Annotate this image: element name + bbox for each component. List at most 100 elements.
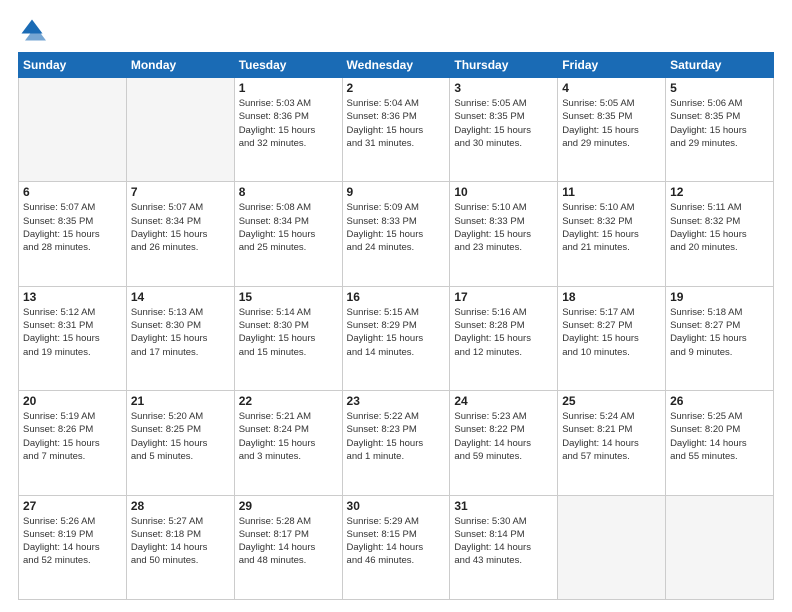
calendar-cell: 12Sunrise: 5:11 AM Sunset: 8:32 PM Dayli…: [666, 182, 774, 286]
day-number: 5: [670, 81, 769, 95]
day-number: 10: [454, 185, 553, 199]
cell-info: Sunrise: 5:18 AM Sunset: 8:27 PM Dayligh…: [670, 306, 769, 359]
calendar-week-row: 13 Sunrise: 5:12 AM Sunset: 8:31 PM Dayli…: [19, 286, 774, 390]
day-number: 13: [23, 290, 122, 304]
cell-info: Sunrise: 5:14 AM Sunset: 8:30 PM Dayligh…: [239, 306, 338, 359]
calendar-cell: 17 Sunrise: 5:16 AM Sunset: 8:28 PM Dayli…: [450, 286, 558, 390]
day-number: 27: [23, 499, 122, 513]
calendar-cell: 25 Sunrise: 5:24 AM Sunset: 8:21 PM Dayli…: [558, 391, 666, 495]
weekday-header: Tuesday: [234, 53, 342, 78]
day-number: 11: [562, 185, 661, 199]
calendar-cell: 1 Sunrise: 5:03 AM Sunset: 8:36 PM Daylig…: [234, 78, 342, 182]
calendar-cell: 21Sunrise: 5:20 AM Sunset: 8:25 PM Dayli…: [126, 391, 234, 495]
cell-info: Sunrise: 5:10 AM Sunset: 8:33 PM Dayligh…: [454, 201, 553, 254]
weekday-header: Thursday: [450, 53, 558, 78]
day-number: 4: [562, 81, 661, 95]
calendar-cell: 6 Sunrise: 5:07 AM Sunset: 8:35 PM Daylig…: [19, 182, 127, 286]
calendar-cell: 10 Sunrise: 5:10 AM Sunset: 8:33 PM Dayli…: [450, 182, 558, 286]
calendar-cell: 3 Sunrise: 5:05 AM Sunset: 8:35 PM Daylig…: [450, 78, 558, 182]
day-number: 9: [347, 185, 446, 199]
calendar-week-row: 1 Sunrise: 5:03 AM Sunset: 8:36 PM Daylig…: [19, 78, 774, 182]
calendar-cell: 18Sunrise: 5:17 AM Sunset: 8:27 PM Dayli…: [558, 286, 666, 390]
calendar-cell: 2 Sunrise: 5:04 AM Sunset: 8:36 PM Daylig…: [342, 78, 450, 182]
calendar-cell: 13 Sunrise: 5:12 AM Sunset: 8:31 PM Dayli…: [19, 286, 127, 390]
day-number: 16: [347, 290, 446, 304]
weekday-header: Wednesday: [342, 53, 450, 78]
calendar-cell: 30 Sunrise: 5:29 AM Sunset: 8:15 PM Dayli…: [342, 495, 450, 599]
cell-info: Sunrise: 5:22 AM Sunset: 8:23 PM Dayligh…: [347, 410, 446, 463]
cell-info: Sunrise: 5:08 AM Sunset: 8:34 PM Dayligh…: [239, 201, 338, 254]
cell-info: Sunrise: 5:23 AM Sunset: 8:22 PM Dayligh…: [454, 410, 553, 463]
cell-info: Sunrise: 5:03 AM Sunset: 8:36 PM Dayligh…: [239, 97, 338, 150]
calendar-cell: 5 Sunrise: 5:06 AM Sunset: 8:35 PM Daylig…: [666, 78, 774, 182]
weekday-header: Friday: [558, 53, 666, 78]
cell-info: Sunrise: 5:13 AM Sunset: 8:30 PM Dayligh…: [131, 306, 230, 359]
weekday-header: Sunday: [19, 53, 127, 78]
day-number: 26: [670, 394, 769, 408]
calendar-cell: 15Sunrise: 5:14 AM Sunset: 8:30 PM Dayli…: [234, 286, 342, 390]
day-number: 3: [454, 81, 553, 95]
calendar-cell: 4 Sunrise: 5:05 AM Sunset: 8:35 PM Daylig…: [558, 78, 666, 182]
calendar-cell: 8 Sunrise: 5:08 AM Sunset: 8:34 PM Daylig…: [234, 182, 342, 286]
day-number: 31: [454, 499, 553, 513]
calendar-cell: 16Sunrise: 5:15 AM Sunset: 8:29 PM Dayli…: [342, 286, 450, 390]
day-number: 29: [239, 499, 338, 513]
cell-info: Sunrise: 5:12 AM Sunset: 8:31 PM Dayligh…: [23, 306, 122, 359]
calendar-cell: 23Sunrise: 5:22 AM Sunset: 8:23 PM Dayli…: [342, 391, 450, 495]
calendar-header-row: SundayMondayTuesdayWednesdayThursdayFrid…: [19, 53, 774, 78]
calendar-week-row: 27Sunrise: 5:26 AM Sunset: 8:19 PM Dayli…: [19, 495, 774, 599]
header: [18, 16, 774, 44]
calendar-cell: 19 Sunrise: 5:18 AM Sunset: 8:27 PM Dayli…: [666, 286, 774, 390]
cell-info: Sunrise: 5:20 AM Sunset: 8:25 PM Dayligh…: [131, 410, 230, 463]
day-number: 24: [454, 394, 553, 408]
calendar-cell: 7 Sunrise: 5:07 AM Sunset: 8:34 PM Daylig…: [126, 182, 234, 286]
calendar-week-row: 6 Sunrise: 5:07 AM Sunset: 8:35 PM Daylig…: [19, 182, 774, 286]
day-number: 6: [23, 185, 122, 199]
weekday-header: Saturday: [666, 53, 774, 78]
logo-icon: [18, 16, 46, 44]
calendar-cell: [666, 495, 774, 599]
cell-info: Sunrise: 5:09 AM Sunset: 8:33 PM Dayligh…: [347, 201, 446, 254]
day-number: 2: [347, 81, 446, 95]
cell-info: Sunrise: 5:07 AM Sunset: 8:34 PM Dayligh…: [131, 201, 230, 254]
weekday-header: Monday: [126, 53, 234, 78]
calendar-cell: 27Sunrise: 5:26 AM Sunset: 8:19 PM Dayli…: [19, 495, 127, 599]
calendar-cell: 20 Sunrise: 5:19 AM Sunset: 8:26 PM Dayli…: [19, 391, 127, 495]
day-number: 19: [670, 290, 769, 304]
cell-info: Sunrise: 5:24 AM Sunset: 8:21 PM Dayligh…: [562, 410, 661, 463]
cell-info: Sunrise: 5:04 AM Sunset: 8:36 PM Dayligh…: [347, 97, 446, 150]
day-number: 28: [131, 499, 230, 513]
calendar-cell: 29Sunrise: 5:28 AM Sunset: 8:17 PM Dayli…: [234, 495, 342, 599]
cell-info: Sunrise: 5:05 AM Sunset: 8:35 PM Dayligh…: [454, 97, 553, 150]
day-number: 20: [23, 394, 122, 408]
day-number: 17: [454, 290, 553, 304]
day-number: 8: [239, 185, 338, 199]
day-number: 1: [239, 81, 338, 95]
calendar-cell: [126, 78, 234, 182]
calendar-cell: 22 Sunrise: 5:21 AM Sunset: 8:24 PM Dayli…: [234, 391, 342, 495]
cell-info: Sunrise: 5:16 AM Sunset: 8:28 PM Dayligh…: [454, 306, 553, 359]
calendar-cell: [558, 495, 666, 599]
calendar-cell: 14 Sunrise: 5:13 AM Sunset: 8:30 PM Dayli…: [126, 286, 234, 390]
day-number: 22: [239, 394, 338, 408]
calendar-week-row: 20 Sunrise: 5:19 AM Sunset: 8:26 PM Dayli…: [19, 391, 774, 495]
cell-info: Sunrise: 5:06 AM Sunset: 8:35 PM Dayligh…: [670, 97, 769, 150]
day-number: 18: [562, 290, 661, 304]
day-number: 14: [131, 290, 230, 304]
calendar-cell: 28Sunrise: 5:27 AM Sunset: 8:18 PM Dayli…: [126, 495, 234, 599]
cell-info: Sunrise: 5:19 AM Sunset: 8:26 PM Dayligh…: [23, 410, 122, 463]
cell-info: Sunrise: 5:10 AM Sunset: 8:32 PM Dayligh…: [562, 201, 661, 254]
day-number: 7: [131, 185, 230, 199]
calendar-table: SundayMondayTuesdayWednesdayThursdayFrid…: [18, 52, 774, 600]
cell-info: Sunrise: 5:21 AM Sunset: 8:24 PM Dayligh…: [239, 410, 338, 463]
calendar-cell: 9 Sunrise: 5:09 AM Sunset: 8:33 PM Daylig…: [342, 182, 450, 286]
cell-info: Sunrise: 5:30 AM Sunset: 8:14 PM Dayligh…: [454, 515, 553, 568]
cell-info: Sunrise: 5:25 AM Sunset: 8:20 PM Dayligh…: [670, 410, 769, 463]
page: SundayMondayTuesdayWednesdayThursdayFrid…: [0, 0, 792, 612]
cell-info: Sunrise: 5:29 AM Sunset: 8:15 PM Dayligh…: [347, 515, 446, 568]
cell-info: Sunrise: 5:05 AM Sunset: 8:35 PM Dayligh…: [562, 97, 661, 150]
day-number: 30: [347, 499, 446, 513]
calendar-cell: 24 Sunrise: 5:23 AM Sunset: 8:22 PM Dayli…: [450, 391, 558, 495]
day-number: 25: [562, 394, 661, 408]
cell-info: Sunrise: 5:07 AM Sunset: 8:35 PM Dayligh…: [23, 201, 122, 254]
